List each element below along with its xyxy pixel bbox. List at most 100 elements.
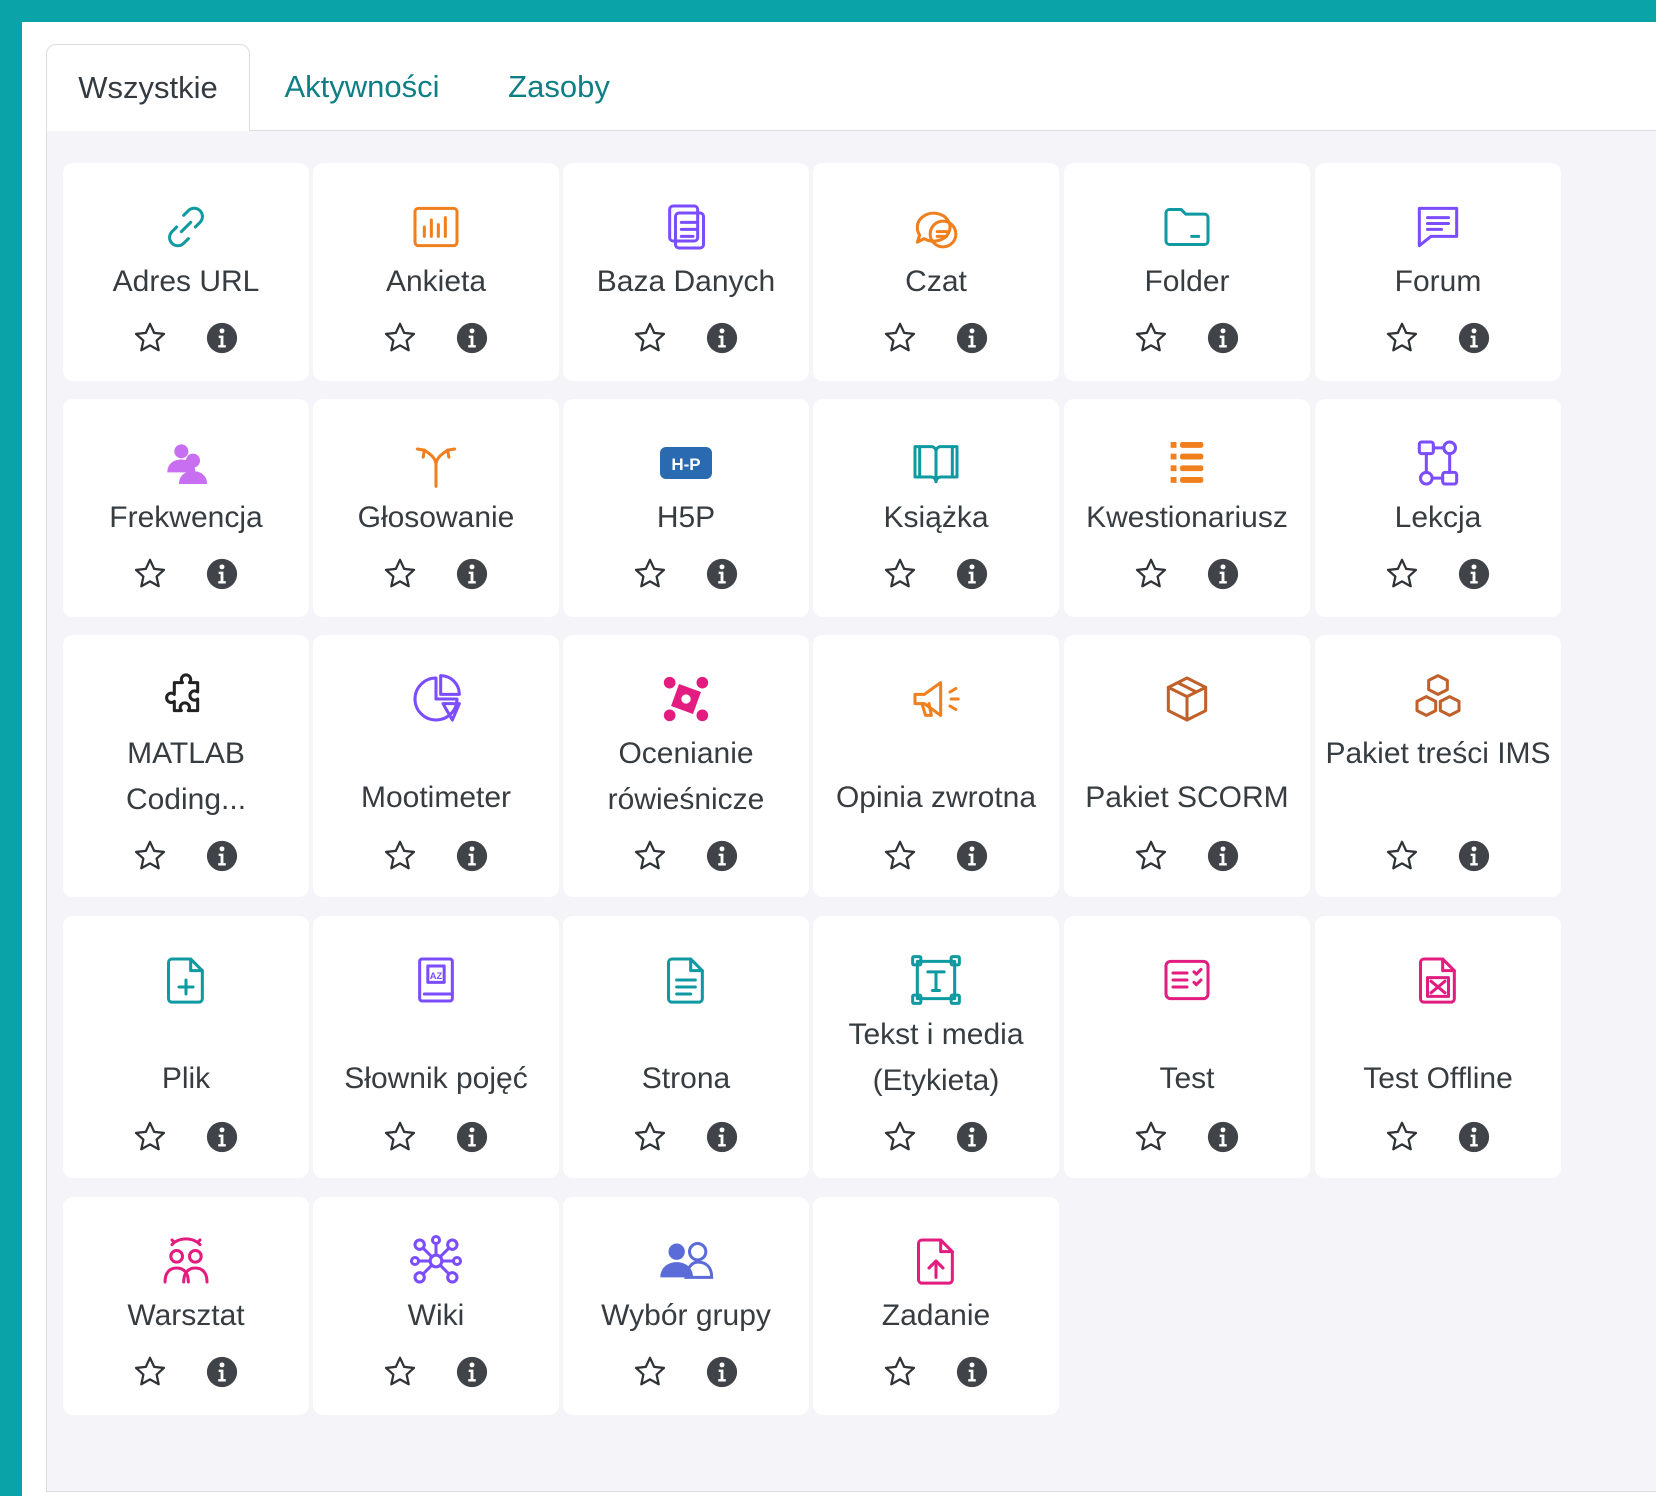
module-card[interactable]: Adres URL xyxy=(63,163,309,381)
module-actions xyxy=(563,1355,809,1389)
group-choice-icon xyxy=(654,1229,718,1293)
info-icon[interactable] xyxy=(205,1120,239,1154)
info-icon[interactable] xyxy=(1206,321,1240,355)
info-icon[interactable] xyxy=(1457,839,1491,873)
star-icon[interactable] xyxy=(133,1120,167,1154)
module-card[interactable]: Ankieta xyxy=(313,163,559,381)
module-card[interactable]: H-P H5P xyxy=(563,399,809,617)
info-icon[interactable] xyxy=(955,1120,989,1154)
module-card[interactable]: Głosowanie xyxy=(313,399,559,617)
info-icon[interactable] xyxy=(205,839,239,873)
star-icon[interactable] xyxy=(633,321,667,355)
module-card[interactable]: Frekwencja xyxy=(63,399,309,617)
star-icon[interactable] xyxy=(133,321,167,355)
info-icon[interactable] xyxy=(455,557,489,591)
info-icon[interactable] xyxy=(1206,557,1240,591)
star-icon[interactable] xyxy=(883,1120,917,1154)
star-icon[interactable] xyxy=(1385,839,1419,873)
module-card[interactable]: Lekcja xyxy=(1315,399,1561,617)
module-card[interactable]: AZ Słownik pojęć xyxy=(313,916,559,1178)
star-icon[interactable] xyxy=(1134,1120,1168,1154)
module-card[interactable]: Wybór grupy xyxy=(563,1197,809,1415)
module-card[interactable]: Baza Danych xyxy=(563,163,809,381)
star-icon[interactable] xyxy=(1385,321,1419,355)
info-icon[interactable] xyxy=(955,1355,989,1389)
info-icon[interactable] xyxy=(205,1355,239,1389)
star-icon[interactable] xyxy=(883,321,917,355)
module-card[interactable]: Kwestionariusz xyxy=(1064,399,1310,617)
module-actions xyxy=(313,557,559,591)
info-icon[interactable] xyxy=(205,557,239,591)
star-icon[interactable] xyxy=(133,557,167,591)
star-icon[interactable] xyxy=(1385,1120,1419,1154)
info-icon[interactable] xyxy=(455,1120,489,1154)
module-card[interactable]: Warsztat xyxy=(63,1197,309,1415)
star-icon[interactable] xyxy=(883,839,917,873)
info-icon[interactable] xyxy=(955,839,989,873)
module-actions xyxy=(813,557,1059,591)
module-label: Zadanie xyxy=(881,1299,991,1332)
module-card[interactable]: Mootimeter xyxy=(313,635,559,897)
info-icon[interactable] xyxy=(705,1120,739,1154)
star-icon[interactable] xyxy=(383,839,417,873)
module-card[interactable]: Pakiet SCORM xyxy=(1064,635,1310,897)
module-label: Lekcja xyxy=(1394,501,1482,534)
module-card[interactable]: Wiki xyxy=(313,1197,559,1415)
info-icon[interactable] xyxy=(705,321,739,355)
info-icon[interactable] xyxy=(1206,1120,1240,1154)
info-icon[interactable] xyxy=(705,839,739,873)
star-icon[interactable] xyxy=(1134,557,1168,591)
info-icon[interactable] xyxy=(1206,839,1240,873)
module-card[interactable]: Tekst i media (Etykieta) xyxy=(813,916,1059,1178)
module-card[interactable]: Plik xyxy=(63,916,309,1178)
module-card[interactable]: Czat xyxy=(813,163,1059,381)
module-card[interactable]: MATLAB Coding... xyxy=(63,635,309,897)
module-card[interactable]: Opinia zwrotna xyxy=(813,635,1059,897)
star-icon[interactable] xyxy=(633,839,667,873)
star-icon[interactable] xyxy=(1134,321,1168,355)
info-icon[interactable] xyxy=(1457,1120,1491,1154)
h5p-icon: H-P xyxy=(654,431,718,495)
info-icon[interactable] xyxy=(455,321,489,355)
tab-resources[interactable]: Zasoby xyxy=(498,44,620,130)
star-icon[interactable] xyxy=(133,839,167,873)
module-card[interactable]: Zadanie xyxy=(813,1197,1059,1415)
star-icon[interactable] xyxy=(383,321,417,355)
star-icon[interactable] xyxy=(383,557,417,591)
info-icon[interactable] xyxy=(705,1355,739,1389)
star-icon[interactable] xyxy=(1385,557,1419,591)
info-icon[interactable] xyxy=(205,321,239,355)
module-actions xyxy=(1064,321,1310,355)
star-icon[interactable] xyxy=(383,1355,417,1389)
info-icon[interactable] xyxy=(455,1355,489,1389)
module-card[interactable]: Strona xyxy=(563,916,809,1178)
file-plus-icon xyxy=(154,948,218,1012)
tab-all[interactable]: Wszystkie xyxy=(46,44,250,131)
module-card[interactable]: Forum xyxy=(1315,163,1561,381)
module-card[interactable]: Pakiet treści IMS xyxy=(1315,635,1561,897)
info-icon[interactable] xyxy=(955,557,989,591)
info-icon[interactable] xyxy=(705,557,739,591)
info-icon[interactable] xyxy=(1457,321,1491,355)
attendance-icon xyxy=(154,431,218,495)
module-card[interactable]: Folder xyxy=(1064,163,1310,381)
module-actions xyxy=(313,1355,559,1389)
star-icon[interactable] xyxy=(383,1120,417,1154)
info-icon[interactable] xyxy=(955,321,989,355)
tab-activities[interactable]: Aktywności xyxy=(272,44,452,130)
module-card[interactable]: Książka xyxy=(813,399,1059,617)
info-icon[interactable] xyxy=(1457,557,1491,591)
module-card[interactable]: Ocenianie rówieśnicze xyxy=(563,635,809,897)
module-actions xyxy=(1064,557,1310,591)
star-icon[interactable] xyxy=(883,1355,917,1389)
module-card[interactable]: Test xyxy=(1064,916,1310,1178)
star-icon[interactable] xyxy=(633,1120,667,1154)
module-card[interactable]: Test Offline xyxy=(1315,916,1561,1178)
star-icon[interactable] xyxy=(883,557,917,591)
star-icon[interactable] xyxy=(133,1355,167,1389)
module-actions xyxy=(1315,557,1561,591)
star-icon[interactable] xyxy=(1134,839,1168,873)
info-icon[interactable] xyxy=(455,839,489,873)
star-icon[interactable] xyxy=(633,1355,667,1389)
star-icon[interactable] xyxy=(633,557,667,591)
